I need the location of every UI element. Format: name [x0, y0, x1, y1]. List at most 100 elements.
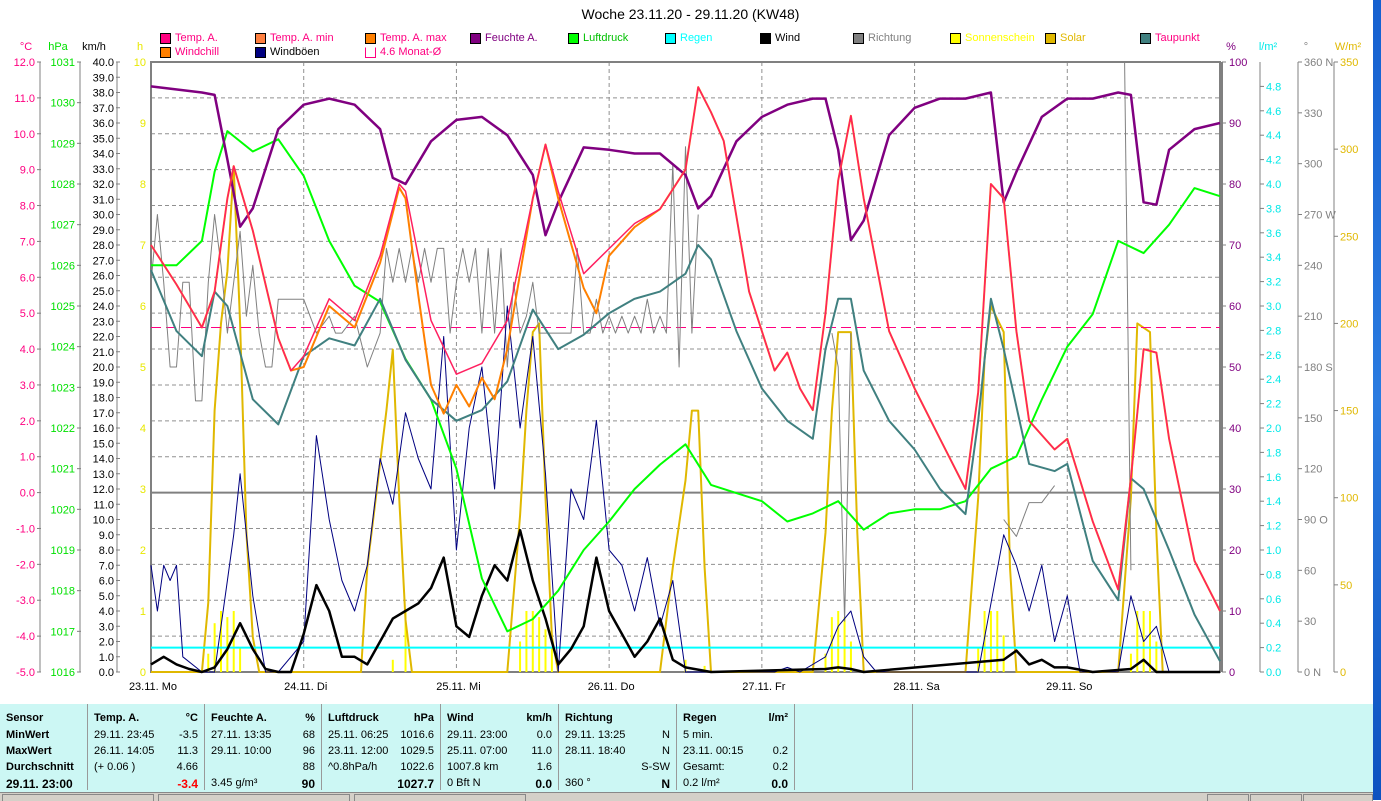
axis-tick-label: 210 — [1304, 311, 1322, 323]
day-label: 26.11. Do — [588, 681, 635, 693]
stat-timestamp: 23.11. 00:15 — [683, 745, 744, 757]
axis-unit-label: °C — [20, 41, 32, 53]
stat-value: 1029.5 — [400, 745, 434, 757]
axis-tick-label: 4.0 — [99, 606, 114, 618]
axis-tick-label: 39.0 — [93, 72, 114, 84]
axis-tick-label: 3.2 — [1266, 277, 1281, 289]
axis-tick-label: 3.0 — [99, 621, 114, 633]
stat-timestamp: ^0.8hPa/h — [328, 761, 378, 773]
axis-tick-label: 0 N — [1304, 667, 1321, 679]
stat-value: N — [662, 745, 670, 757]
axis-tick-label: 1026 — [51, 260, 75, 272]
stat-unit: % — [305, 712, 315, 724]
legend-item: Temp. A. max — [365, 32, 447, 44]
stat-value: 1022.6 — [400, 761, 434, 773]
axis-tick-label: 40 — [1229, 423, 1241, 435]
stat-value: S-SW — [641, 761, 670, 773]
axis-tick-label: 1019 — [51, 545, 75, 557]
stat-unit: hPa — [413, 712, 434, 724]
axis-tick-label: 50 — [1340, 580, 1352, 592]
axis-tick-label: 90 — [1229, 118, 1241, 130]
stat-timestamp: 25.11. 07:00 — [447, 745, 508, 757]
stat-header: Wind — [447, 712, 474, 724]
legend-swatch-icon — [853, 32, 864, 44]
legend-label: Windchill — [175, 46, 220, 58]
stat-timestamp: 23.11. 12:00 — [328, 745, 389, 757]
legend-swatch-icon — [160, 32, 171, 44]
legend-swatch-icon — [160, 46, 171, 58]
axis-tick-label: 10 — [134, 57, 146, 69]
legend-label: Sonnenschein — [965, 32, 1035, 44]
axis-tick-label: 29.0 — [93, 225, 114, 237]
axis-tick-label: 19.0 — [93, 377, 114, 389]
axis-tick-label: 100 — [1229, 57, 1247, 69]
axis-tick-label: 26.0 — [93, 271, 114, 283]
stat-header: Temp. A. — [94, 712, 140, 724]
axis-tick-label: 1024 — [51, 342, 75, 354]
axis-tick-label: 2.6 — [1266, 350, 1281, 362]
legend-item: Temp. A. min — [255, 32, 334, 44]
axis-tick-label: 3.0 — [20, 380, 35, 392]
legend-label: Solar — [1060, 32, 1086, 44]
axis-tick-label: 20.0 — [93, 362, 114, 374]
legend-label: Regen — [680, 32, 713, 44]
axis-tick-label: 1023 — [51, 382, 75, 394]
legend-swatch-icon — [950, 32, 961, 44]
richtung-line — [150, 61, 1132, 622]
axis-tick-label: 10 — [1229, 606, 1241, 618]
axis-tick-label: 9.0 — [20, 165, 35, 177]
axis-tick-label: 3.8 — [1266, 203, 1281, 215]
axis-tick-label: 80 — [1229, 179, 1241, 191]
axis-tick-label: 6.0 — [99, 576, 114, 588]
axis-tick-label: 5.0 — [20, 308, 35, 320]
axis-tick-label: 24.0 — [93, 301, 114, 313]
stat-value: 11.3 — [177, 745, 198, 757]
legend-item: Solar — [1045, 32, 1086, 44]
axis-unit-label: h — [137, 41, 143, 53]
legend-item: Regen — [665, 32, 712, 44]
stat-value: 0.0 — [535, 777, 552, 791]
axis-tick-label: -2.0 — [16, 559, 35, 571]
legend-swatch-icon — [255, 32, 266, 44]
stat-value: 11.0 — [531, 745, 552, 757]
stat-timestamp: 29.11. 13:25 — [565, 729, 626, 741]
axis-tick-label: 9.0 — [99, 530, 114, 542]
axis-tick-label: 32.0 — [93, 179, 114, 191]
axis-tick-label: 5 — [140, 362, 146, 374]
axis-tick-label: 40.0 — [93, 57, 114, 69]
axis-tick-label: 1029 — [51, 138, 75, 150]
axis-tick-label: -4.0 — [16, 631, 35, 643]
legend-label: Temp. A. min — [270, 32, 334, 44]
stat-timestamp: 27.11. 13:35 — [211, 729, 272, 741]
stat-column: Regen l/m² 5 min. 23.11. 00:15 0.2 Gesamt: 0.2… — [677, 704, 795, 791]
stat-header: Feuchte A. — [211, 712, 267, 724]
legend-swatch-icon — [665, 32, 676, 44]
axis-tick-label: 0.4 — [1266, 618, 1281, 630]
legend-swatch-icon — [1045, 32, 1056, 44]
axis-tick-label: 6.0 — [20, 272, 35, 284]
axis-tick-label: 2.0 — [20, 416, 35, 428]
stat-timestamp: 29.11. 23:00 — [447, 729, 508, 741]
axis-tick-label: 1.2 — [1266, 521, 1281, 533]
stat-value: 88 — [302, 761, 315, 773]
legend-label: Temp. A. — [175, 32, 218, 44]
axis-tick-label: 30.0 — [93, 210, 114, 222]
day-label: 23.11. Mo — [129, 681, 177, 693]
stat-value: 4.66 — [176, 761, 198, 773]
axis-tick-label: 16.0 — [93, 423, 114, 435]
axis-tick-label: 300 — [1340, 144, 1358, 156]
stat-unit: l/m² — [768, 712, 788, 724]
stat-value: -3.5 — [179, 729, 198, 741]
axis-tick-label: 2.8 — [1266, 325, 1281, 337]
legend-item: Windchill — [160, 46, 219, 58]
axis-tick-label: 1.0 — [20, 452, 35, 464]
legend-item: Richtung — [853, 32, 911, 44]
legend-item: Luftdruck — [568, 32, 628, 44]
axis-tick-label: 70 — [1229, 240, 1241, 252]
stat-value: 90 — [301, 777, 315, 791]
axis-tick-label: 3.0 — [1266, 301, 1281, 313]
solar-line — [151, 165, 1220, 673]
axis-tick-label: 10.0 — [93, 515, 114, 527]
axis-unit-label: ° — [1304, 41, 1308, 53]
axis-tick-label: 4 — [140, 423, 146, 435]
